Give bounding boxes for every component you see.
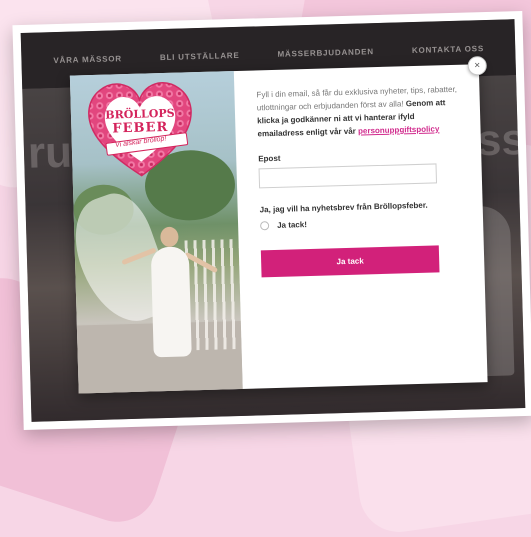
brollopsfeber-logo: BRÖLLOPS FEBER Vi älskar bröllop! [84, 78, 197, 181]
email-field[interactable] [258, 163, 438, 189]
newsletter-radio-label[interactable]: Ja tack! [277, 220, 307, 230]
newsletter-radio[interactable] [260, 221, 270, 231]
email-label: Epost [258, 153, 281, 164]
popup-content: × Fyll i din email, så får du exklusiva … [234, 55, 488, 389]
privacy-policy-link[interactable]: personuppgiftspolicy [358, 124, 440, 135]
website: VÅRA MÄSSOR BLI UTSTÄLLARE MÄSSERBJUDAND… [20, 19, 526, 422]
screenshot-frame: VÅRA MÄSSOR BLI UTSTÄLLARE MÄSSERBJUDAND… [12, 10, 531, 431]
bride-photo: BRÖLLOPS FEBER Vi älskar bröllop! [69, 71, 243, 394]
bride-head [160, 226, 179, 248]
newsletter-label: Ja, jag vill ha nyhetsbrev från Bröllops… [259, 200, 428, 215]
newsletter-popup: BRÖLLOPS FEBER Vi älskar bröllop! × Fyll… [69, 55, 488, 394]
bride-dress [150, 246, 192, 358]
submit-button[interactable]: Ja tack [260, 245, 440, 278]
newsletter-option[interactable]: Ja tack! [260, 216, 463, 231]
intro-text: Fyll i din email, så får du exklusiva ny… [256, 83, 460, 141]
bride-figure [121, 212, 219, 363]
